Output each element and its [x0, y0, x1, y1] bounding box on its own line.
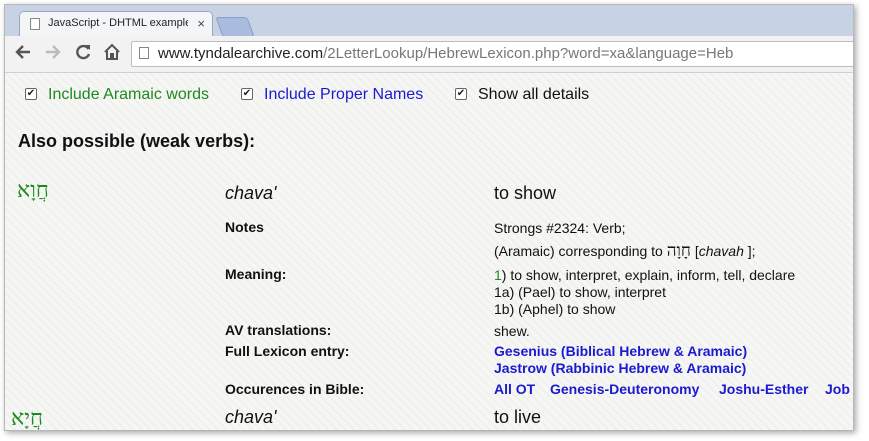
browser-window: JavaScript - DHTML example × www.tyndale… [4, 4, 854, 431]
full-lexicon-label: Full Lexicon entry: [225, 343, 350, 359]
entry2-transliteration: chava' [225, 407, 277, 427]
url-host: www.tyndalearchive.com [158, 45, 324, 62]
meaning-line-1b: 1b) (Aphel) to show [494, 301, 616, 317]
meaning-label: Meaning: [225, 266, 287, 282]
occ-link-all-ot[interactable]: All OT [494, 381, 535, 397]
details-option-label[interactable]: Show all details [478, 86, 589, 104]
browser-tab[interactable]: JavaScript - DHTML example × [19, 11, 213, 36]
entry-hebrew-word: חֲוָא [17, 178, 49, 203]
aramaic-checkbox[interactable]: ✔ [25, 88, 37, 100]
occ-link-genesis-deuteronomy[interactable]: Genesis-Deuteronomy [550, 381, 699, 397]
meaning-line-1: 1) to show, interpret, explain, inform, … [494, 267, 795, 283]
entry2-gloss: to live [494, 407, 542, 427]
tab-strip: JavaScript - DHTML example × [5, 5, 853, 37]
url-text: www.tyndalearchive.com/2LetterLookup/Heb… [158, 45, 733, 62]
notes-line-1: Strongs #2324: Verb; [494, 220, 626, 236]
av-translations-value: shew. [494, 323, 530, 339]
occ-link-job[interactable]: Job [825, 381, 850, 397]
page-icon [30, 18, 40, 30]
meaning-number: 1 [494, 267, 502, 283]
proper-names-checkbox[interactable]: ✔ [241, 88, 253, 100]
tab-title: JavaScript - DHTML example [48, 17, 188, 29]
notes-hebrew: חָוָה [666, 241, 691, 261]
proper-names-option-label[interactable]: Include Proper Names [264, 86, 423, 104]
details-checkbox[interactable]: ✔ [455, 88, 467, 100]
notes-line-2: (Aramaic) corresponding to חָוָה [chavah… [494, 241, 756, 261]
address-bar[interactable]: www.tyndalearchive.com/2LetterLookup/Heb… [131, 41, 853, 67]
browser-toolbar: www.tyndalearchive.com/2LetterLookup/Heb… [5, 36, 853, 73]
notes-bracket-close: ]; [747, 243, 756, 259]
new-tab-button[interactable] [215, 17, 255, 37]
meaning-line-1a: 1a) (Pael) to show, interpret [494, 284, 666, 300]
forward-arrow-icon[interactable] [43, 43, 63, 63]
reload-icon[interactable] [73, 43, 93, 63]
notes-translit: chavah [698, 243, 744, 259]
back-arrow-icon[interactable] [13, 43, 33, 63]
home-icon[interactable] [102, 43, 122, 63]
section-heading: Also possible (weak verbs): [18, 131, 256, 151]
occurences-label: Occurences in Bible: [225, 381, 365, 397]
meaning-text: ) to show, interpret, explain, inform, t… [501, 267, 796, 283]
entry-transliteration: chava' [225, 183, 277, 203]
page-icon [139, 47, 149, 59]
av-translations-label: AV translations: [225, 322, 332, 338]
entry2-hebrew-word: חֲיָא [11, 406, 43, 431]
page-content: ✔ Include Aramaic words ✔ Include Proper… [5, 73, 853, 430]
close-icon[interactable]: × [197, 16, 205, 31]
jastrow-link[interactable]: Jastrow (Rabbinic Hebrew & Aramaic) [494, 360, 746, 376]
notes-prefix: (Aramaic) corresponding to [494, 243, 663, 259]
aramaic-option-label[interactable]: Include Aramaic words [48, 86, 209, 104]
gesenius-link[interactable]: Gesenius (Biblical Hebrew & Aramaic) [494, 343, 747, 359]
url-path: /2LetterLookup/HebrewLexicon.php?word=xa… [323, 45, 734, 62]
occ-link-joshu-esther[interactable]: Joshu-Esther [719, 381, 808, 397]
notes-label: Notes [225, 219, 264, 235]
entry-gloss: to show [494, 183, 557, 203]
